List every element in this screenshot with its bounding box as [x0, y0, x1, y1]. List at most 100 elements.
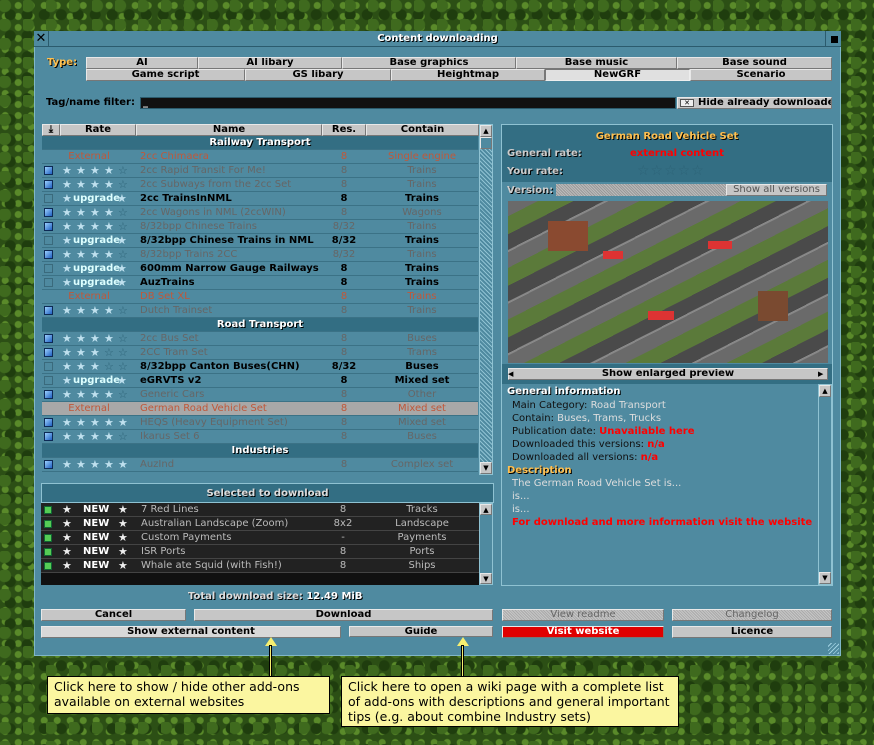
checkbox[interactable]: [44, 390, 53, 399]
show-all-versions-button[interactable]: Show all versions: [726, 184, 827, 196]
list-scrollbar[interactable]: ▲ ▼: [479, 124, 493, 475]
checkbox[interactable]: [44, 520, 52, 528]
list-item[interactable]: ★ upgrade ★ eGRVTS v2 8 Mixed set: [42, 374, 478, 388]
visit-website-button[interactable]: Visit website: [502, 626, 664, 638]
close-icon[interactable]: ✕: [34, 31, 49, 47]
selected-scrollbar[interactable]: ▲ ▼: [479, 503, 493, 585]
type-button-base-sound[interactable]: Base sound: [677, 57, 832, 69]
arrow-left-icon[interactable]: ◀: [508, 368, 518, 380]
checkbox[interactable]: [44, 506, 52, 514]
checkbox[interactable]: [44, 180, 53, 189]
list-item[interactable]: ★ upgrade ★ 8/32bpp Chinese Trains in NML 8/…: [42, 234, 478, 248]
checkbox[interactable]: [44, 306, 53, 315]
checkbox[interactable]: [44, 362, 53, 371]
selected-item[interactable]: ★ NEW ★ 7 Red Lines 8 Tracks: [41, 503, 479, 517]
cancel-button[interactable]: Cancel: [41, 609, 186, 621]
list-item[interactable]: ★ upgrade ★ 2cc TrainsInNML 8 Trains: [42, 192, 478, 206]
type-button-ai[interactable]: AI: [86, 57, 198, 69]
list-item[interactable]: ★ ★ ★ ★ ☆ Ikarus Set 6 8 Buses: [42, 430, 478, 444]
list-item[interactable]: External DB Set XL 8 Trains: [42, 290, 478, 304]
scroll-up-icon[interactable]: ▲: [819, 385, 831, 397]
list-item[interactable]: ★ ★ ★ ★ ☆ 2cc Wagons in NML (2ccWIN) 8 Wagons: [42, 206, 478, 220]
your-rate-stars[interactable]: ☆☆☆☆☆: [637, 163, 705, 179]
checkbox[interactable]: [44, 222, 53, 231]
checkbox[interactable]: [44, 208, 53, 217]
selected-item[interactable]: ★ NEW ★ ISR Ports 8 Ports: [41, 545, 479, 559]
star-icon: ★: [118, 416, 128, 429]
guide-button[interactable]: Guide: [349, 626, 493, 637]
scroll-down-icon[interactable]: ▼: [480, 462, 492, 474]
list-item[interactable]: ★ ★ ★ ★ ☆ 8/32bpp Chinese Trains 8/32 Trains: [42, 220, 478, 234]
checkbox[interactable]: [44, 376, 53, 385]
show-external-content-button[interactable]: Show external content: [41, 626, 341, 638]
type-button-gs-libary[interactable]: GS libary: [245, 69, 391, 81]
checkbox[interactable]: [44, 250, 53, 259]
type-button-newgrf[interactable]: NewGRF: [545, 69, 690, 81]
type-button-base-graphics[interactable]: Base graphics: [342, 57, 516, 69]
empty-star-icon: ☆: [118, 346, 128, 359]
list-item[interactable]: ★ ★ ★ ☆ ☆ 2CC Tram Set 8 Trams: [42, 346, 478, 360]
checkbox[interactable]: [44, 194, 53, 203]
list-item[interactable]: ★ ★ ★ ★ ★ AuzInd 8 Complex set: [42, 458, 478, 472]
view-readme-button[interactable]: View readme: [502, 609, 664, 621]
type-button-game-script[interactable]: Game script: [86, 69, 245, 81]
tag-filter-input[interactable]: _: [140, 97, 676, 109]
contain-column-header[interactable]: Contain: [366, 124, 479, 136]
checkbox[interactable]: [44, 432, 53, 441]
res-column-header[interactable]: Res.: [322, 124, 366, 136]
star-icon: ★: [90, 430, 100, 443]
rate-column-header[interactable]: Rate: [60, 124, 136, 136]
resize-handle[interactable]: [828, 643, 839, 654]
download-button[interactable]: Download: [194, 609, 493, 621]
licence-button[interactable]: Licence: [672, 626, 832, 638]
item-res: 8x2: [333, 518, 353, 529]
hide-downloaded-toggle[interactable]: ✕ Hide already downloaded: [677, 97, 832, 109]
name-column-header[interactable]: Name: [136, 124, 322, 136]
checkbox[interactable]: [44, 562, 52, 570]
checkbox[interactable]: [44, 534, 52, 542]
list-item[interactable]: ★ ★ ★ ★ ☆ 2cc Bus Set 8 Buses: [42, 332, 478, 346]
checkbox[interactable]: [44, 236, 53, 245]
item-contain: Trains: [407, 249, 437, 260]
type-button-heightmap[interactable]: Heightmap: [391, 69, 545, 81]
list-item[interactable]: External German Road Vehicle Set 8 Mixed se…: [42, 402, 478, 416]
show-enlarged-preview-button[interactable]: Show enlarged preview: [508, 368, 828, 380]
window-title[interactable]: Content downloading: [34, 31, 841, 47]
list-item[interactable]: ★ upgrade ★ 600mm Narrow Gauge Railways 8 Tra…: [42, 262, 478, 276]
scroll-up-icon[interactable]: ▲: [480, 125, 492, 137]
scroll-down-icon[interactable]: ▼: [480, 573, 492, 584]
star-icon: ★: [62, 206, 72, 219]
list-item[interactable]: ★ ★ ★ ★ ☆ 2cc Rapid Transit For Me! 8 Trains: [42, 164, 478, 178]
list-item[interactable]: ★ ★ ★ ★ ☆ 2cc Subways from the 2cc Set 8 Trains: [42, 178, 478, 192]
list-item[interactable]: ★ ★ ★ ☆ ☆ 8/32bpp Canton Buses(CHN) 8/32 Buses: [42, 360, 478, 374]
scroll-thumb[interactable]: [480, 137, 492, 149]
selected-item[interactable]: ★ NEW ★ Whale ate Squid (with Fish!) 8 Ships: [41, 559, 479, 573]
list-item[interactable]: ★ ★ ★ ★ ☆ Generic Cars 8 Other: [42, 388, 478, 402]
scroll-up-icon[interactable]: ▲: [480, 504, 492, 515]
list-item[interactable]: ★ ★ ★ ★ ☆ Dutch Trainset 8 Trains: [42, 304, 478, 318]
scroll-down-icon[interactable]: ▼: [819, 572, 831, 584]
selected-item[interactable]: ★ NEW ★ Custom Payments - Payments: [41, 531, 479, 545]
changelog-button[interactable]: Changelog: [672, 609, 832, 621]
type-button-base-music[interactable]: Base music: [516, 57, 677, 69]
list-item[interactable]: External 2cc Chimaera 8 Single engine: [42, 150, 478, 164]
checkbox[interactable]: [44, 166, 53, 175]
sticky-icon[interactable]: [825, 31, 841, 47]
download-sort-icon[interactable]: ⤓: [42, 124, 60, 136]
checkbox[interactable]: [44, 334, 53, 343]
arrow-right-icon[interactable]: ▶: [818, 368, 828, 380]
version-select[interactable]: [556, 184, 726, 196]
checkbox[interactable]: [44, 548, 52, 556]
list-item[interactable]: ★ ★ ★ ★ ☆ 8/32bpp Trains 2CC 8/32 Trains: [42, 248, 478, 262]
list-item[interactable]: ★ upgrade ★ AuzTrains 8 Trains: [42, 276, 478, 290]
checkbox[interactable]: [44, 460, 53, 469]
type-button-scenario[interactable]: Scenario: [690, 69, 832, 81]
type-button-ai-libary[interactable]: AI libary: [198, 57, 342, 69]
list-item[interactable]: ★ ★ ★ ★ ★ HEQS (Heavy Equipment Set) 8 Mixed se…: [42, 416, 478, 430]
checkbox[interactable]: [44, 278, 53, 287]
description-scrollbar[interactable]: ▲ ▼: [818, 384, 832, 585]
checkbox[interactable]: [44, 348, 53, 357]
selected-item[interactable]: ★ NEW ★ Australian Landscape (Zoom) 8x2 Lands…: [41, 517, 479, 531]
checkbox[interactable]: [44, 418, 53, 427]
checkbox[interactable]: [44, 264, 53, 273]
